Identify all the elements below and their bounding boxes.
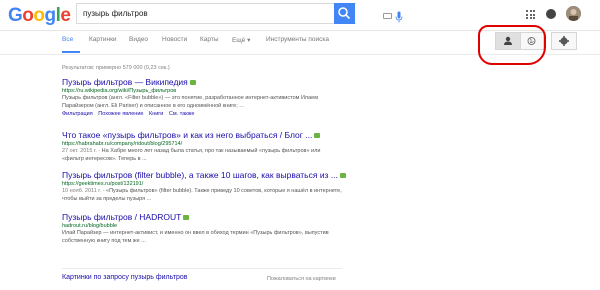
sitelink[interactable]: Похожее явление (98, 111, 143, 117)
verified-icon (189, 80, 196, 86)
annotation-highlight (478, 25, 546, 65)
related-images-heading[interactable]: Картинки по запросу пузырь фильтров (62, 274, 187, 281)
tab-news[interactable]: Новости (162, 36, 187, 43)
result-date: 27 окт. 2015 г. - (62, 148, 101, 154)
tab-video[interactable]: Видео (129, 36, 148, 43)
search-box (76, 3, 403, 24)
result-snippet: Пузырь фильтров (англ. «Filter bubble») … (62, 95, 319, 109)
keyboard-icon[interactable] (383, 13, 392, 19)
microphone-icon[interactable] (395, 11, 403, 23)
tab-more[interactable]: Ещё ▾ (232, 36, 250, 44)
section-divider (62, 268, 342, 269)
apps-grid-icon[interactable] (526, 10, 535, 19)
tab-all[interactable]: Все (62, 36, 73, 43)
search-input[interactable] (83, 7, 311, 20)
google-logo[interactable]: Google (8, 5, 71, 27)
sitelink[interactable]: Фильтрация (62, 111, 93, 117)
verified-icon (339, 173, 346, 179)
tab-images[interactable]: Картинки (89, 36, 117, 43)
result-url: https://ru.wikipedia.org/wiki/Пузырь_фил… (62, 88, 177, 94)
results-stats: Результатов: примерно 579 000 (0,23 сек.… (62, 65, 170, 71)
settings-button[interactable] (551, 32, 577, 50)
result-title[interactable]: Что такое «пузырь фильтров» и как из нег… (62, 130, 342, 140)
gear-icon (559, 36, 569, 46)
avatar-image (566, 6, 581, 21)
notifications-icon[interactable] (546, 9, 556, 19)
sitelink[interactable]: Книги (149, 111, 163, 117)
result-title[interactable]: Пузырь фильтров / HADROUT (62, 212, 342, 222)
search-result: Что такое «пузырь фильтров» и как из нег… (62, 130, 342, 163)
sitelink[interactable]: См. также (169, 111, 194, 117)
avatar[interactable] (566, 6, 581, 21)
result-snippet: 10 нояб. 2011 г. - «Пузырь фильтров» (fi… (62, 188, 342, 202)
verified-icon (183, 215, 190, 221)
result-url: https://habrahabr.ru/company/ridout/blog… (62, 141, 183, 147)
result-snippet: 27 окт. 2015 г. - На Хабре много лет наз… (62, 148, 321, 162)
result-url: hadrout.ru/blog/bubble (62, 223, 118, 229)
result-sitelinks: Фильтрация Похожее явление Книги См. так… (62, 111, 342, 117)
tab-maps[interactable]: Карты (200, 36, 219, 43)
verified-icon (314, 133, 321, 139)
result-date: 10 нояб. 2011 г. - (62, 188, 105, 194)
search-result: Пузырь фильтров / HADROUT hadrout.ru/blo… (62, 212, 342, 245)
result-url: https://geektimes.ru/post/132191/ (62, 181, 144, 187)
result-title[interactable]: Пузырь фильтров (filter bubble), а также… (62, 170, 346, 180)
search-result: Пузырь фильтров (filter bubble), а также… (62, 170, 346, 203)
report-images-link[interactable]: Пожаловаться на картинки (267, 276, 336, 282)
tab-search-tools[interactable]: Инструменты поиска (266, 36, 329, 43)
search-result: Пузырь фильтров — Википедия https://ru.w… (62, 77, 342, 117)
result-snippet: Илай Парайзер — интернет-активист, и име… (62, 230, 329, 244)
search-button[interactable] (334, 3, 355, 24)
active-tab-indicator (62, 51, 80, 53)
result-title[interactable]: Пузырь фильтров — Википедия (62, 77, 342, 87)
search-icon (338, 7, 351, 20)
